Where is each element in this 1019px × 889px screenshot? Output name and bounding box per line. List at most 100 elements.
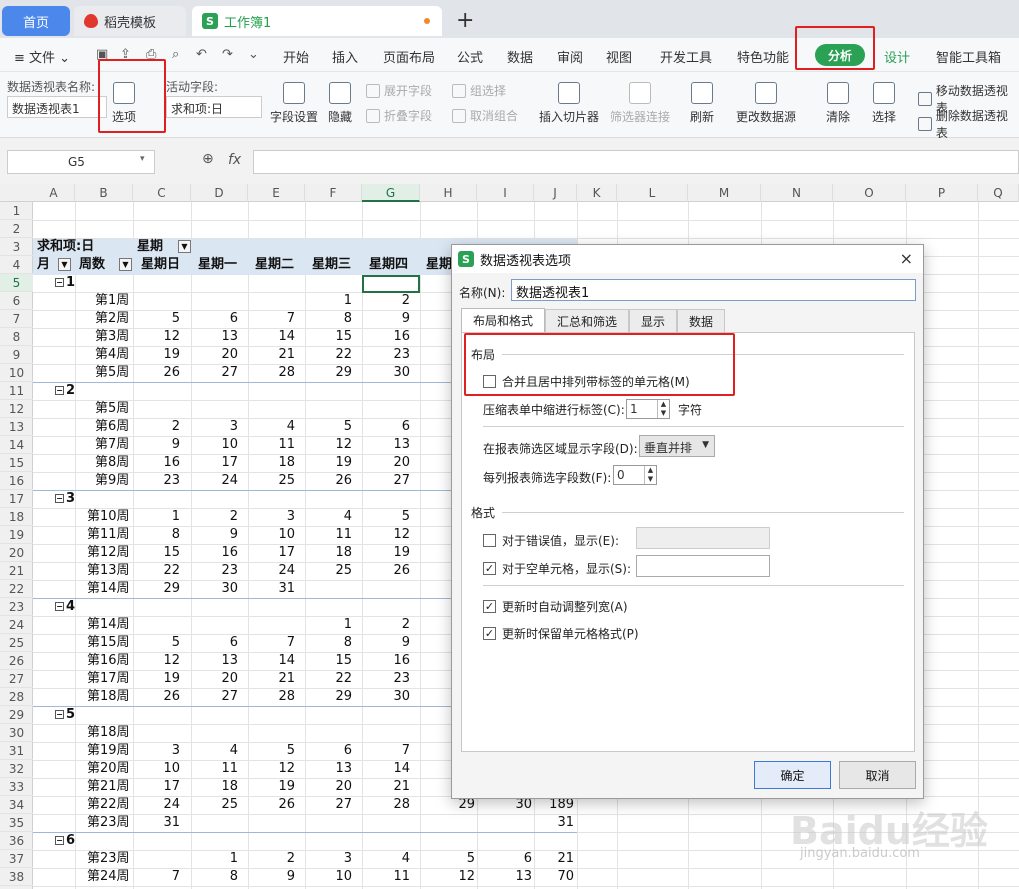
pivot-week-label[interactable]: 第14周	[87, 580, 130, 598]
pivot-value[interactable]: 26	[255, 796, 295, 814]
row-header-35[interactable]: 35	[0, 814, 33, 832]
filter-connections-button[interactable]: 筛选器连接	[610, 82, 670, 125]
row-header-10[interactable]: 10	[0, 364, 33, 382]
pivot-value[interactable]: 4	[198, 742, 238, 760]
pivot-day-header[interactable]: 星期四	[369, 256, 408, 274]
collapse-field-button[interactable]: 折叠字段	[366, 107, 432, 124]
column-header-h[interactable]: H	[420, 184, 477, 202]
pivot-value[interactable]: 10	[312, 868, 352, 886]
pivot-week-label[interactable]: 第24周	[87, 868, 130, 886]
preview-icon[interactable]: ⌕	[172, 47, 179, 62]
pivot-group-row[interactable]: −3	[55, 490, 75, 508]
pivot-week-label[interactable]: 第13周	[87, 562, 130, 580]
pivot-value[interactable]: 9	[140, 436, 180, 454]
pivot-value[interactable]: 12	[435, 868, 475, 886]
pivot-week-label[interactable]: 第7周	[95, 436, 129, 454]
clear-button[interactable]: 清除	[826, 82, 850, 125]
pivot-value[interactable]: 22	[312, 346, 352, 364]
pivot-value[interactable]: 8	[312, 634, 352, 652]
pivot-week-label[interactable]: 第2周	[95, 310, 129, 328]
column-header-g[interactable]: G	[362, 184, 420, 202]
collapse-icon[interactable]: −	[55, 602, 64, 611]
pivot-week-label[interactable]: 第23周	[87, 814, 130, 832]
change-source-button[interactable]: 更改数据源	[736, 82, 796, 125]
pivot-value[interactable]: 18	[198, 778, 238, 796]
row-header-2[interactable]: 2	[0, 220, 33, 238]
row-header-6[interactable]: 6	[0, 292, 33, 310]
row-header-3[interactable]: 3	[0, 238, 33, 256]
column-header-c[interactable]: C	[133, 184, 191, 202]
refresh-button[interactable]: 刷新	[690, 82, 714, 125]
row-header-27[interactable]: 27	[0, 670, 33, 688]
pivot-row-field-month[interactable]: 月	[37, 256, 50, 274]
indent-spinner[interactable]: 1 ▲ ▼	[626, 399, 670, 419]
row-header-13[interactable]: 13	[0, 418, 33, 436]
pivot-value[interactable]: 26	[140, 364, 180, 382]
pivot-value[interactable]: 7	[255, 634, 295, 652]
pivot-value[interactable]: 2	[370, 616, 410, 634]
pivot-value[interactable]: 5	[255, 742, 295, 760]
pivot-value[interactable]: 10	[198, 436, 238, 454]
error-value-checkbox[interactable]: 对于错误值，显示(E):	[483, 532, 619, 549]
pivot-week-label[interactable]: 第3周	[95, 328, 129, 346]
pivot-week-label[interactable]: 第11周	[87, 526, 130, 544]
pivot-group-row[interactable]: −6	[55, 832, 75, 850]
pivot-value[interactable]: 28	[370, 796, 410, 814]
pivot-value[interactable]: 3	[198, 418, 238, 436]
tab-templates[interactable]: 稻壳模板	[74, 6, 186, 36]
pivot-value[interactable]: 11	[255, 436, 295, 454]
row-header-20[interactable]: 20	[0, 544, 33, 562]
pivot-value[interactable]: 13	[198, 652, 238, 670]
name-box-dropdown-icon[interactable]: ▾	[140, 154, 145, 164]
column-header-k[interactable]: K	[577, 184, 617, 202]
pivot-day-header[interactable]: 星期一	[198, 256, 237, 274]
menu-start[interactable]: 开始	[283, 47, 309, 66]
pivot-week-label[interactable]: 第9周	[95, 472, 129, 490]
collapse-icon[interactable]: −	[55, 836, 64, 845]
pivot-week-label[interactable]: 第22周	[87, 796, 130, 814]
pivot-value[interactable]: 19	[140, 670, 180, 688]
pivot-value[interactable]: 24	[198, 472, 238, 490]
row-header-8[interactable]: 8	[0, 328, 33, 346]
spinner-arrows-icon[interactable]: ▲ ▼	[644, 466, 656, 484]
filter-area-select[interactable]: 垂直并排 ▼	[639, 435, 715, 457]
pivot-value[interactable]: 2	[198, 508, 238, 526]
pivot-value[interactable]: 12	[140, 328, 180, 346]
pivot-value[interactable]: 5	[140, 310, 180, 328]
autofit-checkbox[interactable]: ✓ 更新时自动调整列宽(A)	[483, 598, 628, 615]
pivot-col-field[interactable]: 星期	[137, 238, 163, 256]
pivot-value[interactable]: 22	[140, 562, 180, 580]
pivot-value[interactable]: 19	[255, 778, 295, 796]
pivot-value[interactable]: 27	[312, 796, 352, 814]
pivot-value[interactable]: 20	[198, 670, 238, 688]
column-header-e[interactable]: E	[248, 184, 305, 202]
tab-workbook[interactable]: S 工作簿1	[192, 6, 442, 36]
pivot-group-row[interactable]: −4	[55, 598, 75, 616]
collapse-icon[interactable]: −	[55, 386, 64, 395]
pivot-value[interactable]: 25	[198, 796, 238, 814]
menu-view[interactable]: 视图	[606, 47, 632, 66]
column-header-a[interactable]: A	[33, 184, 75, 202]
collapse-icon[interactable]: −	[55, 494, 64, 503]
preserve-format-checkbox[interactable]: ✓ 更新时保留单元格格式(P)	[483, 625, 639, 642]
pivot-value[interactable]: 20	[198, 346, 238, 364]
tab-display[interactable]: 显示	[629, 309, 677, 332]
collapse-icon[interactable]: −	[55, 710, 64, 719]
row-header-7[interactable]: 7	[0, 310, 33, 328]
column-header-o[interactable]: O	[833, 184, 906, 202]
selected-cell[interactable]	[362, 275, 420, 293]
pivot-sum-label[interactable]: 求和项:日	[37, 238, 94, 256]
pivot-row-field-month-filter[interactable]: ▼	[55, 256, 71, 274]
column-header-b[interactable]: B	[75, 184, 133, 202]
pivot-value[interactable]: 16	[140, 454, 180, 472]
field-settings-button[interactable]: 字段设置	[270, 82, 318, 125]
pivot-value[interactable]: 30	[370, 364, 410, 382]
name-box[interactable]: G5	[7, 150, 155, 174]
pivot-value[interactable]: 17	[198, 454, 238, 472]
menu-data[interactable]: 数据	[507, 47, 533, 66]
pivot-value[interactable]: 13	[312, 760, 352, 778]
pivot-value[interactable]: 19	[370, 544, 410, 562]
pivot-week-label[interactable]: 第20周	[87, 760, 130, 778]
pivot-value[interactable]: 21	[370, 778, 410, 796]
pivot-value[interactable]: 30	[370, 688, 410, 706]
